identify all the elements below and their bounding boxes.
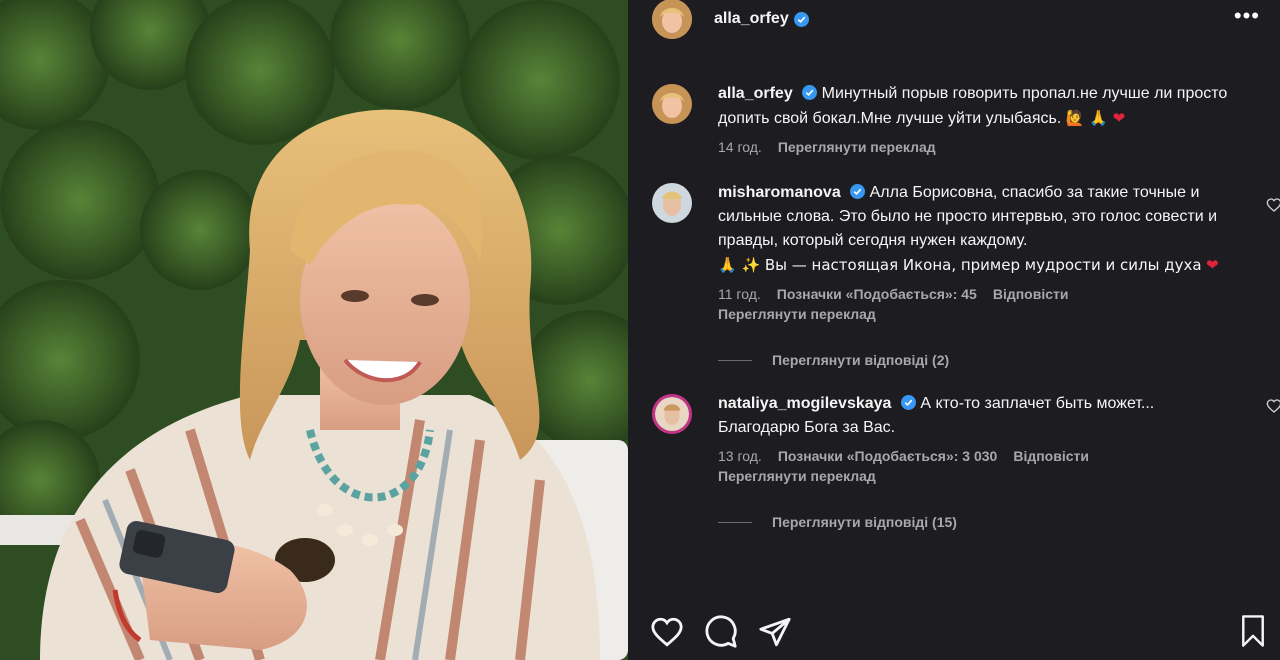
- caption-avatar[interactable]: [652, 84, 692, 124]
- share-icon[interactable]: [758, 615, 792, 649]
- post-header: alla_orfey •••: [628, 0, 1280, 39]
- comment-item: misharomanova Алла Борисовна, спасибо за…: [628, 181, 1280, 322]
- comment-translate[interactable]: Переглянути переклад: [718, 306, 1240, 322]
- post-actions: [628, 604, 1280, 660]
- heart-icon[interactable]: [650, 615, 684, 649]
- comment-reply[interactable]: Відповісти: [993, 286, 1069, 302]
- caption-translate[interactable]: Переглянути переклад: [778, 139, 936, 155]
- post-panel: alla_orfey ••• alla_orfey Минутный порыв…: [628, 0, 1280, 660]
- like-comment-heart-icon[interactable]: [1266, 398, 1280, 414]
- bookmark-icon[interactable]: [1238, 614, 1268, 648]
- author-username[interactable]: alla_orfey: [714, 10, 789, 28]
- comment-translate[interactable]: Переглянути переклад: [718, 468, 1240, 484]
- verified-badge-icon: [802, 85, 818, 100]
- comment-time: 13 год.: [718, 448, 762, 464]
- caption: alla_orfey Минутный порыв говорить пропа…: [628, 82, 1280, 155]
- commenter-avatar[interactable]: [652, 394, 692, 434]
- comment-item: nataliya_mogilevskaya А кто-то заплачет …: [628, 392, 1280, 484]
- replies-divider: [718, 521, 752, 523]
- more-options-icon[interactable]: •••: [1234, 5, 1260, 27]
- comment-likes[interactable]: Позначки «Подобається»: 3 030: [778, 448, 998, 464]
- comment-icon[interactable]: [704, 615, 738, 649]
- verified-badge-icon: [850, 184, 866, 199]
- author-avatar[interactable]: [652, 0, 692, 39]
- comment-time: 11 год.: [718, 286, 761, 302]
- comment-text-2: 🙏 ✨ Вы — настоящая Икона, пример мудрост…: [718, 256, 1202, 274]
- replies-divider: [718, 359, 752, 361]
- post-photo[interactable]: [0, 0, 628, 660]
- comments-list[interactable]: alla_orfey Минутный порыв говорить пропа…: [628, 72, 1280, 604]
- like-comment-heart-icon[interactable]: [1266, 197, 1280, 213]
- commenter-username[interactable]: nataliya_mogilevskaya: [718, 395, 891, 412]
- view-replies[interactable]: Переглянути відповіді (15): [718, 514, 1280, 530]
- photo-illustration: [0, 0, 628, 660]
- comment-likes[interactable]: Позначки «Подобається»: 45: [777, 286, 977, 302]
- commenter-avatar[interactable]: [652, 183, 692, 223]
- commenter-username[interactable]: misharomanova: [718, 184, 841, 201]
- verified-badge-icon: [793, 11, 809, 27]
- comment-reply[interactable]: Відповісти: [1013, 448, 1089, 464]
- view-replies[interactable]: Переглянути відповіді (2): [718, 352, 1280, 368]
- view-replies-label[interactable]: Переглянути відповіді (15): [772, 514, 957, 530]
- red-heart-emoji: ❤: [1206, 256, 1219, 274]
- caption-username[interactable]: alla_orfey: [718, 85, 793, 102]
- caption-text: Минутный порыв говорить пропал.не лучше …: [718, 85, 1228, 127]
- view-replies-label[interactable]: Переглянути відповіді (2): [772, 352, 949, 368]
- caption-emojis: 🙋 🙏 ❤: [1065, 109, 1126, 127]
- caption-time: 14 год.: [718, 139, 762, 155]
- verified-badge-icon: [900, 395, 916, 410]
